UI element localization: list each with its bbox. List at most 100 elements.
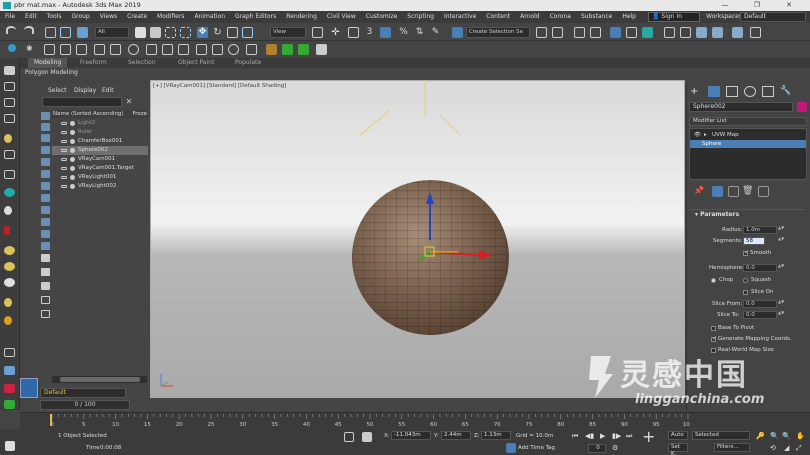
vray-plane-icon[interactable] — [94, 44, 105, 55]
display-filter-icon[interactable] — [4, 98, 15, 107]
tab-freeform[interactable]: Freeform — [80, 58, 107, 68]
make-unique-icon[interactable] — [728, 186, 739, 197]
explorer-search-input[interactable] — [42, 97, 122, 107]
percent-snap-icon[interactable]: % — [398, 27, 409, 38]
list-item[interactable]: VRayLight002 — [52, 182, 148, 191]
teapot-icon[interactable] — [4, 278, 15, 287]
hidden-toggle-icon[interactable] — [41, 282, 50, 290]
tab-modeling[interactable]: Modeling — [28, 58, 68, 68]
geometry-toggle-icon[interactable] — [41, 146, 50, 154]
list-item[interactable]: VRayCam001 — [52, 155, 148, 164]
light-filter-icon[interactable] — [4, 134, 12, 143]
layer-manager-icon[interactable] — [20, 378, 38, 398]
list-item[interactable]: Light2 — [52, 119, 148, 128]
add-time-tag-button[interactable]: Add Time Tag — [518, 445, 555, 451]
stack-item-uvw-map[interactable]: 👁 ▸ UVW Map — [690, 131, 806, 139]
explorer-column-header[interactable]: Name (Sorted Ascending) Froze — [52, 110, 148, 118]
key-filters-button[interactable]: Filters... — [714, 443, 750, 452]
hierarchy-tab-icon[interactable] — [726, 86, 738, 97]
menu-customize[interactable]: Customize — [361, 11, 403, 23]
scrollbar-thumb[interactable] — [60, 377, 140, 382]
object-name-input[interactable]: Sphere002 — [689, 102, 793, 112]
frozen-toggle-icon[interactable] — [41, 268, 50, 276]
undo-icon[interactable] — [6, 26, 16, 34]
time-config-icon[interactable]: ⚙ — [612, 444, 618, 452]
spinner-snap-icon[interactable]: ⇅ — [414, 27, 425, 38]
viewport-label[interactable]: [+] [VRayCam001] [Standard] [Default Sha… — [153, 83, 286, 89]
named-selection-icon[interactable] — [452, 27, 463, 38]
generate-mapping-checkbox[interactable] — [711, 335, 717, 342]
close-button[interactable]: ✕ — [774, 0, 804, 11]
display-invert-icon[interactable] — [41, 134, 50, 142]
railclone-icon[interactable] — [282, 44, 293, 55]
vray-sun-icon[interactable]: ✱ — [26, 44, 37, 55]
visibility-eye-icon[interactable] — [61, 185, 67, 188]
select-manipulate-icon[interactable]: ✛ — [330, 27, 341, 38]
key-icon[interactable]: 🔑 — [756, 432, 765, 440]
slice-on-checkbox[interactable] — [743, 290, 748, 295]
absolute-mode-icon[interactable] — [362, 432, 372, 442]
menu-civil-view[interactable]: Civil View — [322, 11, 361, 23]
visibility-eye-icon[interactable] — [61, 149, 67, 152]
slice-from-spinner[interactable]: ▲▼ — [778, 300, 784, 308]
play-icon[interactable]: ▶ — [600, 432, 605, 440]
segments-field[interactable]: 58 — [743, 237, 765, 245]
display-all-icon[interactable] — [41, 123, 50, 131]
rendered-frame-window-icon[interactable] — [680, 27, 691, 38]
move-gizmo-icon[interactable] — [400, 180, 510, 270]
visibility-eye-icon[interactable] — [61, 140, 67, 143]
menu-substance[interactable]: Substance — [576, 11, 617, 23]
vray-fur-icon[interactable] — [76, 44, 87, 55]
select-and-rotate-icon[interactable]: ↻ — [212, 27, 223, 38]
menu-content[interactable]: Content — [481, 11, 515, 23]
layer-explorer-icon[interactable] — [574, 27, 585, 38]
vray-bake-icon[interactable] — [246, 44, 257, 55]
vray-vfb-icon[interactable] — [162, 44, 173, 55]
auto-key-button[interactable]: Auto — [668, 431, 688, 440]
expand-arrow-icon[interactable]: ▸ — [704, 131, 707, 139]
menu-views[interactable]: Views — [95, 11, 122, 23]
column-name[interactable]: Name (Sorted Ascending) — [53, 111, 124, 117]
bone-filter-icon[interactable] — [4, 226, 10, 235]
remove-modifier-icon[interactable]: 🗑 — [742, 186, 753, 197]
visibility-eye-icon[interactable] — [61, 167, 67, 170]
vray-scene-converter-icon[interactable] — [196, 44, 207, 55]
menu-arnold[interactable]: Arnold — [515, 11, 544, 23]
close-icon[interactable]: ✕ — [124, 97, 134, 107]
hemisphere-field[interactable]: 0.0 — [743, 264, 777, 272]
slice-to-spinner[interactable]: ▲▼ — [778, 311, 784, 319]
go-to-end-icon[interactable]: ⏭ — [626, 432, 632, 441]
orbit-icon[interactable]: ⟲ — [770, 444, 776, 452]
z-coord-field[interactable]: 1.13m — [481, 431, 511, 440]
window-crossing-icon[interactable] — [180, 27, 191, 38]
toggle-ribbon-icon[interactable] — [590, 27, 601, 38]
vray-sphere-icon[interactable] — [110, 44, 121, 55]
eye-icon[interactable]: 👁 — [694, 131, 701, 139]
show-end-result-icon[interactable] — [712, 186, 723, 197]
display-tab-icon[interactable] — [762, 86, 774, 97]
bind-space-warp-icon[interactable] — [77, 27, 88, 38]
modify-tab-icon[interactable] — [708, 86, 720, 97]
workspaces-select[interactable]: Default — [740, 12, 806, 22]
filter-icon[interactable] — [41, 296, 50, 304]
vray-dome-icon[interactable] — [44, 44, 55, 55]
schematic-view-icon[interactable] — [626, 27, 637, 38]
visibility-eye-icon[interactable] — [61, 122, 67, 125]
x-coord-field[interactable]: -11.043m — [391, 431, 431, 440]
render-iterative-icon[interactable] — [732, 27, 743, 38]
select-object-icon[interactable] — [135, 27, 146, 38]
vray-light-icon[interactable] — [8, 44, 16, 52]
column-frozen[interactable]: Froze — [132, 110, 147, 118]
zoom-icon[interactable]: 🔍 — [770, 432, 779, 440]
a360-gallery-icon[interactable] — [750, 27, 761, 38]
unlink-icon[interactable] — [60, 27, 71, 38]
camera-filter-icon[interactable] — [4, 150, 15, 159]
set-key-button[interactable]: Set K. — [668, 443, 688, 455]
pan-icon[interactable]: ✋ — [796, 432, 805, 440]
selected-set-dropdown[interactable]: Selected — [692, 431, 750, 440]
explorer-menu-display[interactable]: Display — [74, 87, 96, 94]
menu-tools[interactable]: Tools — [42, 11, 67, 23]
vray-lister-icon[interactable] — [178, 44, 189, 55]
tab-populate[interactable]: Populate — [235, 58, 261, 68]
list-item[interactable]: Sphere002 — [52, 146, 148, 155]
